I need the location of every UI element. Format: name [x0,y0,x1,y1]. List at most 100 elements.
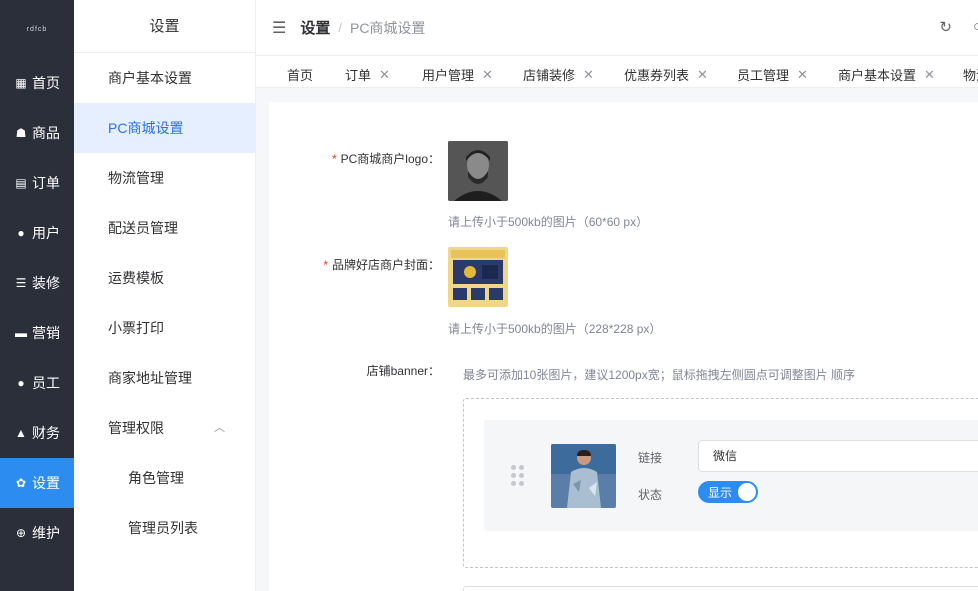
nav-item-users[interactable]: ● 用户 [0,208,74,258]
submenu-item-admins[interactable]: 管理员列表 [74,503,255,553]
nav-label: 首页 [32,75,60,91]
chevron-up-icon: ︿ [214,422,225,434]
required-mark: * [323,258,328,272]
menu-toggle-icon[interactable]: ☰ [272,18,286,38]
banner-label: 店铺banner： [366,364,440,378]
top-header: ☰ 设置 / PC商城设置 ↻ ○ [256,0,978,56]
toggle-knob [738,483,756,501]
nav-label: 财务 [32,425,60,441]
submenu-item-permissions[interactable]: 管理权限 ︿ [74,403,255,453]
link-label: 链接 [638,451,663,465]
submenu-item-receipt-print[interactable]: 小票打印 [74,303,255,353]
tab-staff-management[interactable]: 员工管理 ✕ [737,65,808,84]
nav-label: 设置 [32,475,60,491]
banner-photo [551,444,616,508]
nav-label: 用户 [32,225,60,241]
nav-label: 商品 [32,125,60,141]
bag-icon: ☗ [15,126,27,140]
search-icon[interactable]: ○ [973,18,978,35]
banner-hint: 最多可添加10张图片，建议1200px宽；鼠标拖拽左侧圆点可调整图片 顺序 [463,368,856,382]
nav-item-decor[interactable]: ☰ 装修 [0,258,74,308]
plus-circle-icon: ⊕ [15,526,27,540]
refresh-icon[interactable]: ↻ [939,18,952,36]
tab-coupon-list[interactable]: 优惠券列表 ✕ [624,65,708,84]
cover-label-text: 品牌好店商户封面： [331,258,440,272]
logo-text: rdfcb [26,25,48,33]
close-icon[interactable]: ✕ [924,67,935,83]
tab-store-decor[interactable]: 店铺装修 ✕ [523,65,594,84]
cover-hint: 请上传小于500kb的图片（228*228 px） [448,322,662,336]
submenu-item-merchant-basic[interactable]: 商户基本设置 [74,53,255,103]
banner-image-thumbnail[interactable] [551,444,616,508]
submenu-item-roles[interactable]: 角色管理 [74,453,255,503]
app-logo[interactable]: rdfcb [0,0,74,58]
portrait-image [448,141,508,201]
submenu-item-pc-mall[interactable]: PC商城设置 [74,103,255,153]
next-banner-slot [463,586,978,591]
close-icon[interactable]: ✕ [697,67,708,83]
tab-home[interactable]: 首页 [287,65,313,84]
nav-label: 员工 [32,375,60,391]
tab-merchant-basic[interactable]: 商户基本设置 ✕ [838,65,935,84]
breadcrumb-root[interactable]: 设置 [300,17,330,38]
tab-label: 商户基本设置 [838,68,917,83]
submenu-item-logistics[interactable]: 物流管理 [74,153,255,203]
close-icon[interactable]: ✕ [797,67,808,83]
submenu-item-freight-template[interactable]: 运费模板 [74,253,255,303]
logo-label-text: PC商城商户logo： [340,152,440,166]
cover-upload-thumbnail[interactable] [448,247,508,307]
nav-label: 维护 [32,525,60,541]
nav-label: 营销 [32,325,60,341]
nav-item-settings[interactable]: ✿ 设置 [0,458,74,508]
logo-hint: 请上传小于500kb的图片（60*60 px） [448,215,649,229]
submenu-item-couriers[interactable]: 配送员管理 [74,203,255,253]
nav-item-staff[interactable]: ● 员工 [0,358,74,408]
tab-label: 用户管理 [422,68,475,83]
drag-handle-icon[interactable] [511,465,525,487]
nav-item-marketing[interactable]: ▬ 营销 [0,308,74,358]
nav-item-orders[interactable]: ▤ 订单 [0,158,74,208]
logo-label: * PC商城商户logo： [260,150,440,167]
nav-item-finance[interactable]: ▲ 财务 [0,408,74,458]
status-label: 状态 [638,488,663,502]
submenu-label: 管理权限 [108,420,164,436]
tab-label: 首页 [287,68,314,83]
grid-icon: ▦ [15,76,27,90]
tab-label: 物流 [963,68,978,83]
tab-logistics[interactable]: 物流 [963,65,978,84]
required-mark: * [331,152,337,166]
close-icon[interactable]: ✕ [379,67,390,83]
logo-upload-thumbnail[interactable] [448,141,508,201]
nav-item-home[interactable]: ▦ 首页 [0,58,74,108]
page-tabs: 首页 订单 ✕ 用户管理 ✕ 店铺装修 ✕ 优惠券列表 ✕ 员工管理 ✕ 商户基本设置 ✕ … [256,56,978,88]
submenu-title: 设置 [74,0,255,53]
close-icon[interactable]: ✕ [583,67,594,83]
thumb-icon: ▲ [15,426,27,440]
toggle-text: 显示 [708,486,733,500]
close-icon[interactable]: ✕ [482,67,493,83]
tab-label: 店铺装修 [523,68,576,83]
tab-orders[interactable]: 订单 ✕ [345,65,390,84]
main-nav-rail: rdfcb ▦ 首页 ☗ 商品 ▤ 订单 ● 用户 ☰ 装修 ▬ 营销 ● 员工 ▲ 财务 ✿ 设… [0,0,74,591]
sliders-icon: ☰ [15,276,27,290]
breadcrumb-separator: / [338,20,342,35]
person-icon: ● [17,376,25,390]
cover-image [448,247,508,307]
nav-label: 装修 [32,275,60,291]
breadcrumb-current: PC商城设置 [349,19,426,36]
nav-label: 订单 [32,175,60,191]
tab-label: 优惠券列表 [624,68,690,83]
gear-icon: ✿ [15,476,27,490]
doc-icon: ▤ [15,176,27,190]
banner-status-toggle[interactable]: 显示 [698,481,758,503]
user-icon: ● [17,226,25,240]
cover-label: * 品牌好店商户封面： [260,256,440,273]
nav-item-goods[interactable]: ☗ 商品 [0,108,74,158]
settings-submenu: 设置 商户基本设置 PC商城设置 物流管理 配送员管理 运费模板 小票打印 商家… [74,0,256,591]
chat-icon: ▬ [15,326,27,340]
banner-link-input[interactable]: 微信 [698,440,978,472]
tab-label: 订单 [345,68,372,83]
nav-item-maintenance[interactable]: ⊕ 维护 [0,508,74,558]
tab-user-management[interactable]: 用户管理 ✕ [422,65,493,84]
submenu-item-address[interactable]: 商家地址管理 [74,353,255,403]
